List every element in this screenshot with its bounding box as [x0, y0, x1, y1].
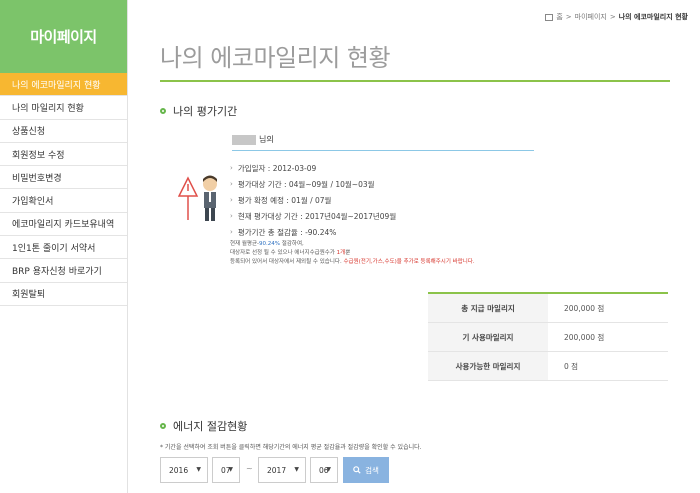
- caret-down-icon: ▼: [228, 466, 233, 473]
- masked-name: [232, 134, 256, 145]
- evaluation-info-list: › 가입일자 : 2012-03-09 › 평가대상 기간 : 04월~09월 / …: [230, 160, 396, 240]
- section-title: 에너지 절감현황: [173, 420, 248, 433]
- sidebar-item-mileage-status[interactable]: 나의 마일리지 현황: [0, 96, 127, 120]
- table-cell: 200,000 점: [564, 303, 605, 313]
- sidebar-item-pledge[interactable]: 1인1톤 줄이기 서약서: [0, 236, 127, 260]
- start-year-select[interactable]: 2016 ▼: [160, 457, 208, 483]
- section-evaluation-period: 나의 평가기간: [160, 103, 237, 119]
- breadcrumb-separator: >: [609, 13, 616, 21]
- user-name: 님의: [232, 134, 274, 145]
- warning-person-illustration: [178, 175, 217, 221]
- sidebar-item-change-password[interactable]: 비밀번호변경: [0, 166, 127, 190]
- chevron-right-icon: ›: [230, 228, 233, 236]
- table-header-cell: 사용가능한 마일리지: [428, 352, 548, 380]
- breadcrumb: 홈 > 마이페이지 > 나의 에코마일리지 현황: [545, 12, 688, 22]
- sidebar-item-eco-mileage-status[interactable]: 나의 에코마일리지 현황: [0, 73, 127, 97]
- home-icon[interactable]: [545, 13, 554, 21]
- breadcrumb-home[interactable]: 홈: [556, 12, 562, 22]
- sidebar-item-withdraw[interactable]: 회원탈퇴: [0, 282, 127, 306]
- table-row: 총 지급 마일리지 200,000 점: [428, 294, 668, 323]
- breadcrumb-separator: >: [565, 13, 572, 21]
- sidebar-header: 마이페이지: [0, 0, 127, 73]
- table-cell: 200,000 점: [564, 332, 605, 342]
- page-title: 나의 에코마일리지 현황: [160, 44, 391, 72]
- table-header-cell: 기 사용마일리지: [428, 323, 548, 351]
- end-month-select[interactable]: 06 ▼: [310, 457, 338, 483]
- sidebar-title: 마이페이지: [30, 28, 97, 46]
- table-row: 사용가능한 마일리지 0 점: [428, 352, 668, 381]
- breadcrumb-current: 나의 에코마일리지 현황: [618, 13, 688, 21]
- bullet-icon: [160, 423, 166, 429]
- chevron-right-icon: ›: [230, 196, 233, 204]
- table-cell: 0 점: [564, 361, 579, 371]
- list-item: › 현재 평가대상 기간 : 2017년04월~2017년09월: [230, 211, 397, 221]
- title-underline: [160, 80, 670, 82]
- evaluation-notes: 현재 월평균-90.24% 절감하여, 대상자로 선정 될 수 있으나 에너지수…: [230, 241, 475, 265]
- breadcrumb-parent[interactable]: 마이페이지: [575, 12, 607, 22]
- caret-down-icon: ▼: [294, 466, 299, 473]
- sidebar-item-card-history[interactable]: 에코마일리지 카드보유내역: [0, 212, 127, 237]
- list-item: › 평가 확정 예정 : 01월 / 07월: [230, 195, 332, 205]
- end-year-select[interactable]: 2017 ▼: [258, 457, 306, 483]
- table-row: 기 사용마일리지 200,000 점: [428, 323, 668, 352]
- section-title: 나의 평가기간: [173, 105, 238, 118]
- name-suffix: 님의: [259, 135, 274, 144]
- sidebar-item-product-request[interactable]: 상품신청: [0, 119, 127, 143]
- chevron-right-icon: ›: [230, 212, 233, 220]
- section-energy-reduction: 에너지 절감현황: [160, 418, 247, 434]
- divider: [232, 150, 534, 151]
- sidebar-item-edit-member-info[interactable]: 회원정보 수정: [0, 142, 127, 167]
- mileage-table: 총 지급 마일리지 200,000 점 기 사용마일리지 200,000 점 사…: [428, 292, 668, 381]
- list-item: › 평가기간 총 절감율 : -90.24%: [230, 227, 337, 237]
- list-item: › 가입일자 : 2012-03-09: [230, 163, 317, 173]
- energy-description: * 기간을 선택하여 조회 버튼을 클릭하면 해당기간의 에너지 평균 절감율과…: [160, 444, 422, 451]
- search-button[interactable]: 검색: [343, 457, 389, 483]
- search-icon: [353, 466, 361, 474]
- main-content: 홈 > 마이페이지 > 나의 에코마일리지 현황 나의 에코마일리지 현황 나의…: [128, 0, 700, 493]
- chevron-right-icon: ›: [230, 164, 233, 172]
- sidebar: 마이페이지 나의 에코마일리지 현황 나의 마일리지 현황 상품신청 회원정보 …: [0, 0, 128, 493]
- caret-down-icon: ▼: [326, 466, 331, 473]
- chevron-right-icon: ›: [230, 180, 233, 188]
- sidebar-item-brp-loan[interactable]: BRP 용자신청 바로가기: [0, 259, 127, 283]
- sidebar-item-signup-certificate[interactable]: 가입확인서: [0, 189, 127, 213]
- table-header-cell: 총 지급 마일리지: [428, 294, 548, 322]
- caret-down-icon: ▼: [196, 466, 201, 473]
- bullet-icon: [160, 108, 166, 114]
- sidebar-menu: 나의 에코마일리지 현황 나의 마일리지 현황 상품신청 회원정보 수정 비밀번…: [0, 73, 127, 306]
- range-separator: ~: [246, 464, 253, 473]
- start-month-select[interactable]: 07 ▼: [212, 457, 240, 483]
- list-item: › 평가대상 기간 : 04월~09월 / 10월~03월: [230, 179, 375, 189]
